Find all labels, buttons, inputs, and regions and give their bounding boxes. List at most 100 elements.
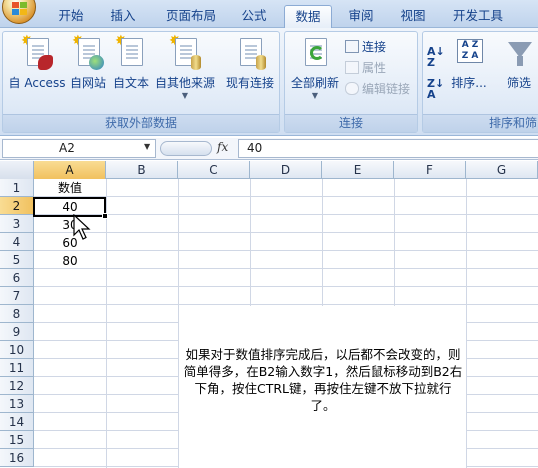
connections-label: 连接 — [362, 40, 387, 54]
chevron-down-icon: ▼ — [181, 91, 189, 100]
access-icon: ✸ — [21, 34, 53, 70]
tab-formulas[interactable]: 公式 — [232, 5, 276, 28]
instruction-note: 如果对于数值排序完成后，以后都不会改变的，则简单得多，在B2输入数字1，然后鼠标… — [178, 306, 466, 468]
row-header-7[interactable]: 7 — [0, 287, 34, 305]
row-header-5[interactable]: 5 — [0, 251, 34, 269]
from-text-label: 自文本 — [112, 76, 149, 90]
column-header-row: A B C D E F G — [0, 161, 538, 179]
tab-developer[interactable]: 开发工具 — [444, 5, 512, 28]
row-header-14[interactable]: 14 — [0, 413, 34, 431]
row-header-4[interactable]: 4 — [0, 233, 34, 251]
gridline — [106, 179, 107, 468]
chevron-down-icon[interactable]: ▼ — [144, 142, 150, 151]
existing-connections-button[interactable]: 现有连接 — [223, 36, 277, 91]
gridline — [34, 304, 538, 305]
sort-label: 排序... — [451, 76, 487, 90]
formula-bar-resize-handle[interactable] — [160, 141, 212, 156]
from-access-label: 自 Access — [8, 76, 66, 90]
from-other-sources-button[interactable]: ✸ 自其他来源 ▼ — [153, 34, 217, 100]
fill-handle[interactable] — [102, 213, 108, 219]
properties-button[interactable]: 属性 — [345, 59, 386, 77]
row-header-3[interactable]: 3 — [0, 215, 34, 233]
sort-descending-button[interactable]: Z↓ A — [427, 78, 444, 100]
tab-home[interactable]: 开始 — [50, 5, 92, 28]
insert-function-icon[interactable]: fx — [217, 140, 228, 154]
tab-insert[interactable]: 插入 — [102, 5, 144, 28]
row-header-1[interactable]: 1 — [0, 179, 34, 197]
row-header-9[interactable]: 9 — [0, 323, 34, 341]
column-header-a[interactable]: A — [34, 161, 106, 179]
from-access-button[interactable]: ✸ 自 Access — [7, 34, 67, 91]
sort-ascending-button[interactable]: A↓ Z — [427, 46, 445, 68]
ribbon-tab-bar: 开始 插入 页面布局 公式 数据 审阅 视图 开发工具 — [0, 0, 538, 28]
from-web-button[interactable]: ✸ 自网站 — [67, 34, 109, 91]
group-label-connections: 连接 — [285, 114, 417, 132]
row-header-16[interactable]: 16 — [0, 449, 34, 467]
gridline — [34, 268, 538, 269]
edit-links-button[interactable]: 编辑链接 — [345, 80, 410, 98]
chevron-down-icon: ▼ — [311, 91, 319, 100]
web-globe-icon: ✸ — [72, 34, 104, 70]
filter-label: 筛选 — [506, 76, 531, 90]
tab-view[interactable]: 视图 — [392, 5, 434, 28]
formula-input[interactable]: 40 — [238, 139, 538, 158]
existing-connections-icon — [234, 36, 266, 70]
sort-dialog-icon: A ZZ A — [453, 36, 485, 70]
group-get-external-data: ✸ 自 Access ✸ 自网站 ✸ 自文本 ✸ 自其他来源 ▼ — [2, 31, 280, 133]
connections-button[interactable]: 连接 — [345, 38, 386, 56]
from-web-label: 自网站 — [69, 76, 106, 90]
refresh-all-label: 全部刷新 — [290, 76, 339, 90]
office-button[interactable] — [2, 0, 36, 24]
group-sort-filter: A↓ Z Z↓ A A ZZ A 排序... 筛选 排序和筛 — [422, 31, 538, 133]
row-header-12[interactable]: 12 — [0, 377, 34, 395]
row-header-13[interactable]: 13 — [0, 395, 34, 413]
cell-a4[interactable]: 60 — [34, 234, 106, 252]
row-header-8[interactable]: 8 — [0, 305, 34, 323]
tab-data[interactable]: 数据 — [284, 5, 332, 28]
edit-links-label: 编辑链接 — [362, 82, 411, 96]
row-header-11[interactable]: 11 — [0, 359, 34, 377]
from-text-button[interactable]: ✸ 自文本 — [109, 34, 153, 91]
active-cell-selection[interactable] — [33, 197, 106, 217]
gridline — [466, 179, 467, 468]
existing-connections-label: 现有连接 — [225, 76, 274, 90]
cell-a5[interactable]: 80 — [34, 252, 106, 270]
gridline — [34, 232, 538, 233]
filter-button[interactable]: 筛选 — [499, 36, 538, 91]
name-box[interactable]: A2 — [2, 139, 156, 158]
group-label-external-data: 获取外部数据 — [3, 114, 279, 132]
row-header-15[interactable]: 15 — [0, 431, 34, 449]
properties-label: 属性 — [362, 61, 387, 75]
text-file-icon: ✸ — [115, 34, 147, 70]
worksheet-grid[interactable]: A B C D E F G 1 2 3 4 5 6 7 8 9 10 11 12… — [0, 161, 538, 468]
tab-review[interactable]: 审阅 — [340, 5, 382, 28]
select-all-corner[interactable] — [0, 161, 34, 179]
sort-button[interactable]: A ZZ A 排序... — [449, 36, 489, 91]
properties-icon — [345, 61, 359, 74]
connections-icon — [345, 40, 359, 53]
cell-a3[interactable]: 30 — [34, 216, 106, 234]
mouse-pointer-icon — [73, 214, 91, 240]
row-header-2[interactable]: 2 — [0, 197, 34, 215]
row-header-10[interactable]: 10 — [0, 341, 34, 359]
cell-a1[interactable]: 数值 — [34, 179, 106, 197]
other-sources-icon: ✸ — [169, 34, 201, 70]
gridline — [34, 196, 538, 197]
sort-a-to-z-icon: A↓ Z — [427, 45, 445, 69]
column-header-b[interactable]: B — [106, 161, 178, 179]
column-header-c[interactable]: C — [178, 161, 250, 179]
column-header-f[interactable]: F — [394, 161, 466, 179]
refresh-icon — [299, 36, 331, 70]
gridline — [34, 286, 538, 287]
formula-bar: A2 ▼ fx 40 — [0, 138, 538, 160]
column-header-d[interactable]: D — [250, 161, 322, 179]
row-header-6[interactable]: 6 — [0, 269, 34, 287]
from-other-sources-label: 自其他来源 — [154, 76, 215, 90]
refresh-all-button[interactable]: 全部刷新 ▼ — [287, 36, 343, 100]
column-header-e[interactable]: E — [322, 161, 394, 179]
ribbon-data: ✸ 自 Access ✸ 自网站 ✸ 自文本 ✸ 自其他来源 ▼ — [0, 28, 538, 136]
group-connections: 全部刷新 ▼ 连接 属性 编辑链接 连接 — [284, 31, 418, 133]
tab-page-layout[interactable]: 页面布局 — [158, 5, 224, 28]
column-header-g[interactable]: G — [466, 161, 538, 179]
gridline — [34, 250, 538, 251]
